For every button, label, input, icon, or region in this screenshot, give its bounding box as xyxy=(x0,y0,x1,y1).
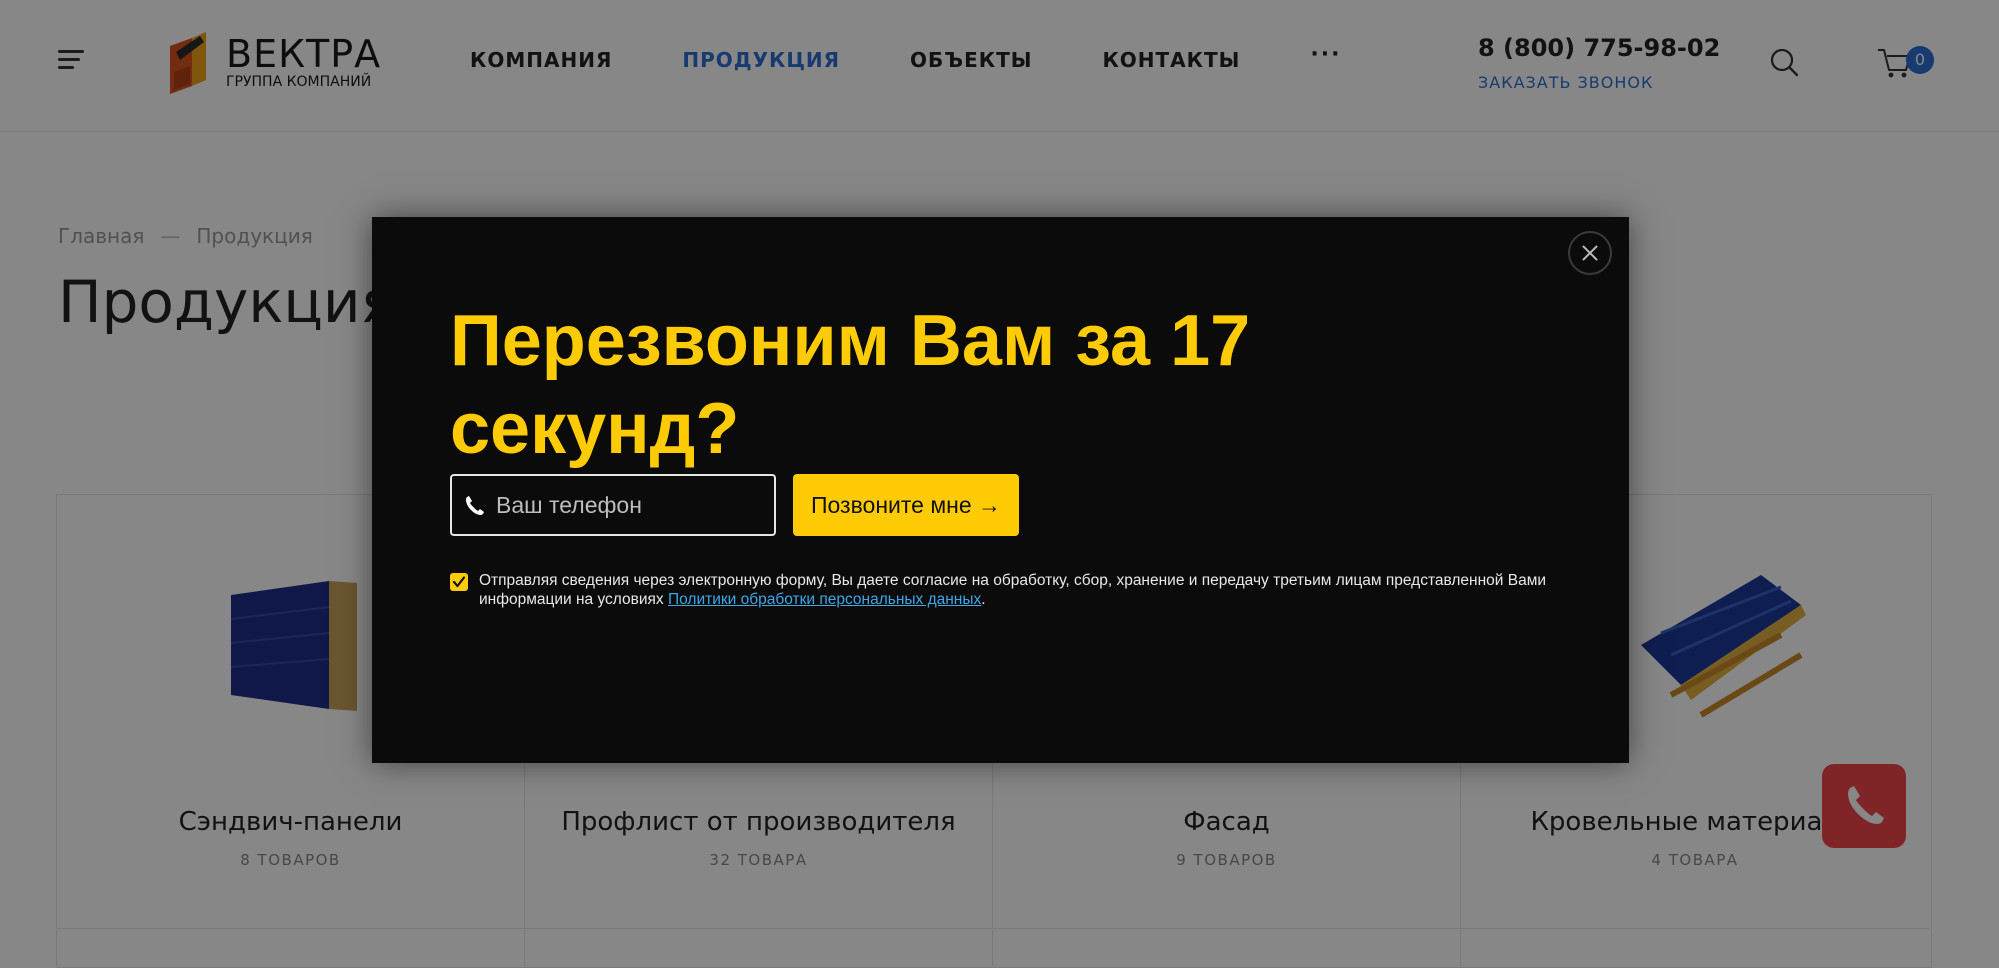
consent-checkbox[interactable] xyxy=(450,573,468,591)
phone-input[interactable] xyxy=(496,476,766,534)
modal-title: Перезвоним Вам за 17 секунд? xyxy=(450,301,1251,469)
privacy-policy-link[interactable]: Политики обработки персональных данных xyxy=(668,591,981,608)
checkmark-icon xyxy=(452,576,466,588)
consent-text: Отправляя сведения через электронную фор… xyxy=(479,571,1599,609)
phone-icon xyxy=(466,496,484,515)
phone-field[interactable] xyxy=(450,474,776,536)
close-icon[interactable] xyxy=(1568,231,1612,275)
callback-modal: Перезвоним Вам за 17 секунд? Позвоните м… xyxy=(372,217,1629,763)
consent-end: . xyxy=(981,591,986,608)
consent-body: Отправляя сведения через электронную фор… xyxy=(479,572,1547,608)
call-me-button[interactable]: Позвоните мне → xyxy=(793,474,1019,536)
